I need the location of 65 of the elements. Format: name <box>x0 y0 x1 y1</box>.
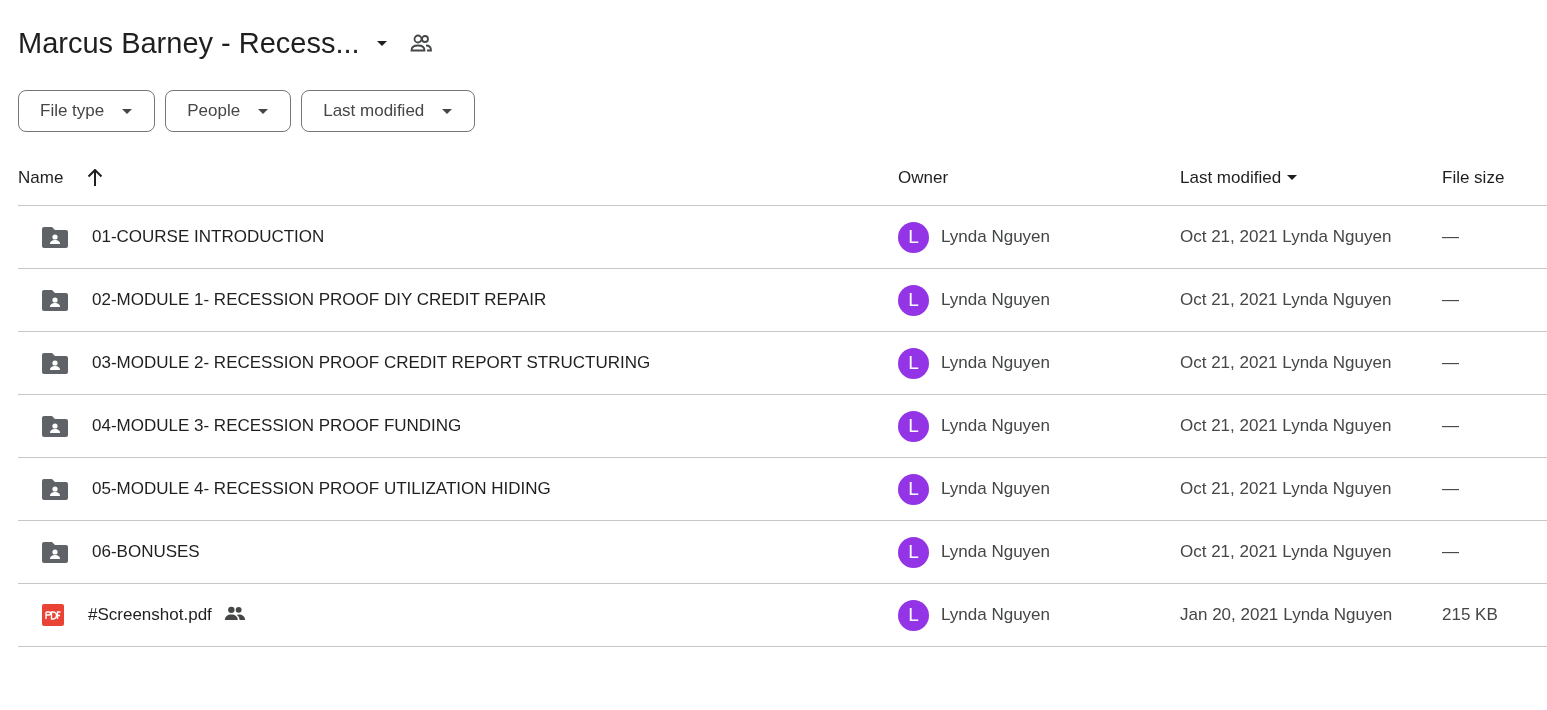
caret-icon <box>376 40 387 46</box>
file-size: — <box>1442 227 1459 246</box>
owner-avatar: L <box>898 221 929 253</box>
shared-folder-icon <box>42 541 68 563</box>
shared-folder-icon <box>42 352 68 374</box>
folder-title: Marcus Barney - Recess... <box>18 26 360 60</box>
file-name[interactable]: 04-MODULE 3- RECESSION PROOF FUNDING <box>92 416 462 436</box>
modified-date: Oct 21, 2021 <box>1180 290 1278 310</box>
file-name[interactable]: 03-MODULE 2- RECESSION PROOF CREDIT REPORT STRUCTURING <box>92 353 651 373</box>
modified-date: Jan 20, 2021 <box>1180 605 1279 625</box>
modified-date: Oct 21, 2021 <box>1180 416 1278 436</box>
file-name[interactable]: #Screenshot.pdf <box>88 605 212 625</box>
file-size: 215 KB <box>1442 605 1498 624</box>
column-header[interactable]: Last modified <box>1180 167 1282 188</box>
modified-date: Oct 21, 2021 <box>1180 227 1278 247</box>
caret-icon <box>442 108 453 114</box>
caret-icon <box>122 108 133 114</box>
file-name[interactable]: 05-MODULE 4- RECESSION PROOF UTILIZATION HIDING <box>92 479 551 499</box>
owner-avatar: L <box>898 347 929 379</box>
owner-name: Lynda Nguyen <box>941 353 1050 373</box>
file-size: — <box>1442 290 1459 309</box>
modified-date: Oct 21, 2021 <box>1180 542 1278 562</box>
caret-icon <box>258 108 269 114</box>
arrow-up-icon <box>87 169 104 186</box>
pdf-file-icon <box>42 604 64 626</box>
modified-by: Lynda Nguyen <box>1282 290 1392 310</box>
column-header[interactable]: Owner <box>898 167 949 188</box>
shared-folder-icon <box>42 226 68 248</box>
owner-avatar: L <box>898 473 929 505</box>
file-size: — <box>1442 353 1459 372</box>
owner-avatar: L <box>898 410 929 442</box>
file-name[interactable]: 02-MODULE 1- RECESSION PROOF DIY CREDIT REPAIR <box>92 290 547 310</box>
column-header[interactable]: Name <box>18 167 64 188</box>
shared-folder-icon <box>42 415 68 437</box>
modified-by: Lynda Nguyen <box>1282 227 1392 247</box>
owner-name: Lynda Nguyen <box>941 605 1050 625</box>
file-size: — <box>1442 416 1459 435</box>
owner-name: Lynda Nguyen <box>941 479 1050 499</box>
filter-chip[interactable]: Last modified <box>301 90 476 132</box>
modified-by: Lynda Nguyen <box>1282 479 1392 499</box>
people-icon[interactable] <box>409 34 432 52</box>
owner-avatar: L <box>898 284 929 316</box>
column-header[interactable]: File size <box>1442 167 1505 188</box>
owner-name: Lynda Nguyen <box>941 416 1050 436</box>
file-name[interactable]: 06-BONUSES <box>92 542 200 562</box>
owner-name: Lynda Nguyen <box>941 290 1050 310</box>
modified-by: Lynda Nguyen <box>1283 605 1393 625</box>
modified-by: Lynda Nguyen <box>1282 542 1392 562</box>
file-size: — <box>1442 542 1459 561</box>
modified-by: Lynda Nguyen <box>1282 353 1392 373</box>
owner-name: Lynda Nguyen <box>941 227 1050 247</box>
modified-by: Lynda Nguyen <box>1282 416 1392 436</box>
modified-date: Oct 21, 2021 <box>1180 479 1278 499</box>
filter-chip[interactable]: People <box>165 90 292 132</box>
owner-name: Lynda Nguyen <box>941 542 1050 562</box>
owner-avatar: L <box>898 536 929 568</box>
modified-date: Oct 21, 2021 <box>1180 353 1278 373</box>
people-icon <box>223 605 246 621</box>
sort-button[interactable] <box>87 169 104 186</box>
file-name[interactable]: 01-COURSE INTRODUCTION <box>92 227 325 247</box>
file-size: — <box>1442 479 1459 498</box>
owner-avatar: L <box>898 599 929 631</box>
shared-folder-icon <box>42 478 68 500</box>
shared-folder-icon <box>42 289 68 311</box>
filter-chip[interactable]: File type <box>18 90 156 132</box>
